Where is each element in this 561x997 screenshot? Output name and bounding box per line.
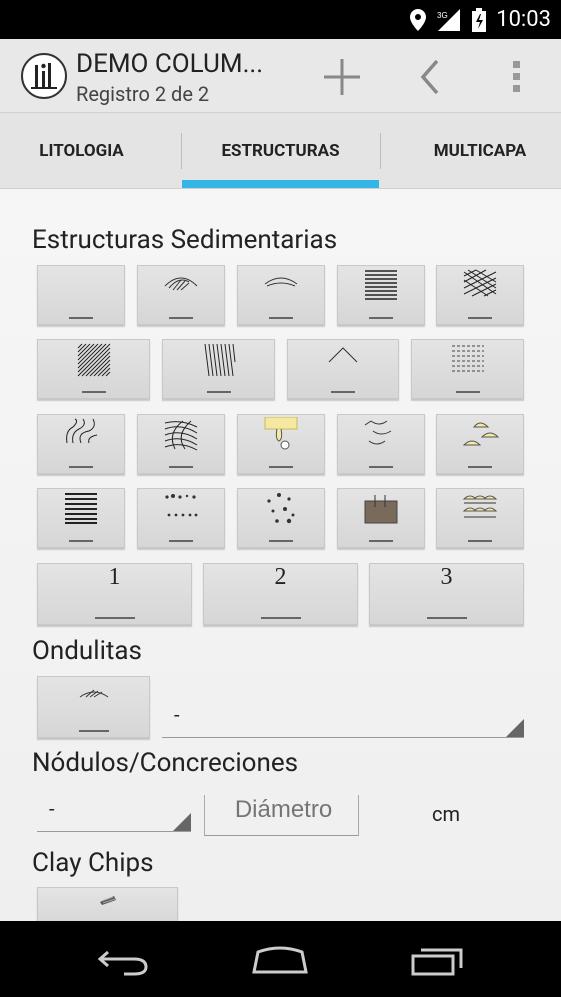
ondulitas-title: Ondulitas <box>32 636 142 666</box>
status-bar: 3G 10:03 <box>0 0 561 39</box>
lens-laminae-icon <box>264 277 298 287</box>
bioturbation-block-icon <box>364 495 398 524</box>
structure-button-diagonal-lamination[interactable] <box>37 339 150 399</box>
clay-chip-icon <box>99 896 116 905</box>
number-button-3[interactable]: 3 <box>369 563 524 625</box>
nodulos-title: Nódulos/Concreciones <box>32 748 299 778</box>
cross-hatched-icon <box>463 269 497 297</box>
tab-estructuras[interactable]: ESTRUCTURAS <box>182 113 379 188</box>
dashed-lamination-icon <box>451 345 484 372</box>
content-panel: Estructuras Sedimentarias 1 2 3 Ondulita… <box>0 189 561 927</box>
back-chevron-icon[interactable] <box>411 57 451 97</box>
structure-button-horizontal-lamination[interactable] <box>337 265 425 325</box>
structure-button-dashed-lamination[interactable] <box>411 339 524 399</box>
dropdown-arrow-icon <box>173 813 191 831</box>
structure-button-lens-laminae[interactable] <box>237 265 325 325</box>
tab-multicapa[interactable]: MULTICAPA <box>400 113 560 188</box>
back-nav-icon[interactable] <box>94 939 154 981</box>
pebble-dots-icon <box>165 494 198 517</box>
diameter-field[interactable] <box>204 795 362 836</box>
structure-button-steep-lamination[interactable] <box>162 339 275 399</box>
thick-lamination-icon <box>65 493 97 524</box>
signal-3g-icon: 3G <box>437 8 461 31</box>
battery-icon <box>472 7 487 32</box>
horizontal-lamination-icon <box>365 270 397 300</box>
structure-button-yellow-lenses[interactable] <box>436 414 524 474</box>
dropdown-arrow-icon <box>506 719 524 737</box>
ripple-icon <box>79 689 108 698</box>
structure-button-cross-hatched[interactable] <box>436 265 524 325</box>
overflow-menu-icon[interactable] <box>497 57 537 97</box>
ondulitas-button[interactable] <box>37 676 150 738</box>
action-bar: DEMO COLUM... Registro 2 de 2 <box>0 39 561 113</box>
clay-chips-title: Clay Chips <box>32 848 154 878</box>
tab-divider <box>380 133 381 169</box>
structure-button-scattered-dots[interactable] <box>137 488 225 548</box>
svg-text:3G: 3G <box>437 11 448 20</box>
add-icon[interactable] <box>322 57 362 97</box>
structure-button-curved-lamination[interactable] <box>137 414 225 474</box>
diagonal-lamination-icon <box>77 343 110 377</box>
structure-button-smile-lines[interactable] <box>337 414 425 474</box>
dish-structure-icon <box>364 420 392 445</box>
flaser-icon <box>462 495 498 518</box>
home-nav-icon[interactable] <box>250 939 310 981</box>
structure-button-random-dots[interactable] <box>237 488 325 548</box>
steep-lamination-icon <box>204 343 235 377</box>
lenticular-icon <box>462 422 500 446</box>
structure-button-thick-lamination[interactable] <box>37 488 125 548</box>
status-time: 10:03 <box>496 7 551 32</box>
navigation-bar <box>0 921 561 997</box>
structure-button-blank[interactable] <box>37 265 125 325</box>
app-title: DEMO COLUM... <box>76 49 264 79</box>
arc-laminae-icon <box>164 277 198 291</box>
recents-nav-icon[interactable] <box>407 939 467 981</box>
tab-bar: LITOLOGIA ESTRUCTURAS MULTICAPA <box>0 113 561 189</box>
tab-litologia[interactable]: LITOLOGIA <box>0 113 163 188</box>
structure-button-chevron[interactable] <box>287 339 399 399</box>
structure-button-arc-laminae[interactable] <box>137 265 225 325</box>
selected-tab-indicator <box>182 180 379 188</box>
number-button-2[interactable]: 2 <box>203 563 358 625</box>
app-logo-icon[interactable] <box>21 53 67 99</box>
structure-button-yellow-drip[interactable] <box>237 414 325 474</box>
number-button-1[interactable]: 1 <box>37 563 192 625</box>
chevron-up-icon <box>328 347 358 363</box>
ondulitas-spinner-value: - <box>174 703 180 727</box>
app-subtitle: Registro 2 de 2 <box>76 82 210 106</box>
structure-button-brown-block[interactable] <box>337 488 425 548</box>
structure-button-yellow-lens-stack[interactable] <box>436 488 524 548</box>
structure-button-convolute[interactable] <box>37 414 125 474</box>
convolute-lamination-icon <box>66 418 98 444</box>
curved-lamination-icon <box>164 420 198 451</box>
location-icon <box>410 8 427 31</box>
diameter-unit: cm <box>432 802 461 826</box>
load-cast-icon <box>264 417 298 450</box>
random-dots-icon <box>267 493 295 524</box>
ondulitas-spinner[interactable]: - <box>162 697 524 738</box>
nodulos-spinner[interactable]: - <box>37 793 191 832</box>
estructuras-sedimentarias-title: Estructuras Sedimentarias <box>32 225 338 255</box>
diameter-input[interactable] <box>205 795 362 825</box>
nodulos-spinner-value: - <box>49 797 55 821</box>
